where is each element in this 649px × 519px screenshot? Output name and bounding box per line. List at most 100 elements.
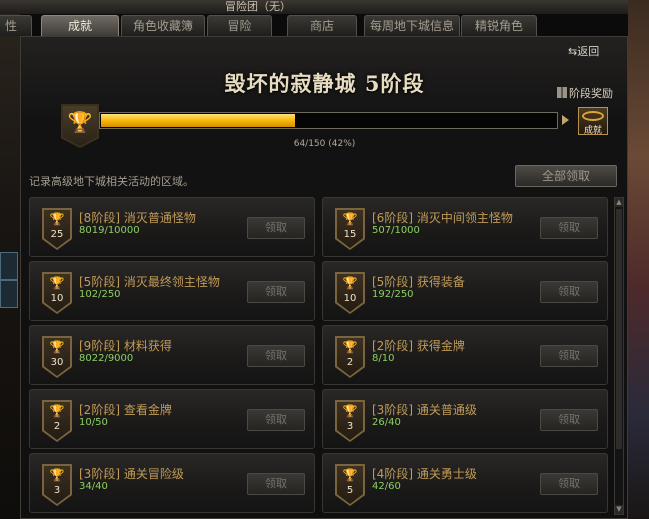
achievement-card: 🏆 10 [5阶段] 消灭最终领主怪物 102/250 领取 — [29, 261, 315, 321]
tab-adventure[interactable]: 冒险 — [207, 15, 272, 36]
scroll-thumb[interactable] — [616, 209, 622, 449]
tab-partial[interactable]: 性 — [0, 15, 32, 36]
points-value: 10 — [50, 293, 64, 304]
points-value: 2 — [53, 421, 61, 432]
points-value: 30 — [50, 357, 64, 368]
claim-button[interactable]: 领取 — [540, 409, 598, 431]
tab-shop[interactable]: 商店 — [287, 15, 357, 36]
achievement-stage: [6阶段] — [372, 211, 413, 225]
achievement-stage: [5阶段] — [372, 275, 413, 289]
achievement-progress: 26/40 — [372, 417, 401, 428]
achievement-title: [9阶段] 材料获得 — [79, 337, 172, 354]
points-badge: 🏆 25 — [42, 208, 72, 250]
claim-button[interactable]: 领取 — [247, 281, 305, 303]
achievement-progress: 8022/9000 — [79, 353, 134, 364]
achievement-card: 🏆 25 [8阶段] 消灭普通怪物 8019/10000 领取 — [29, 197, 315, 257]
achievement-card: 🏆 3 [3阶段] 通关普通级 26/40 领取 — [322, 389, 608, 449]
side-slot — [0, 280, 18, 308]
claim-button[interactable]: 领取 — [540, 345, 598, 367]
scroll-down-icon[interactable]: ▼ — [615, 505, 623, 514]
claim-button[interactable]: 领取 — [247, 345, 305, 367]
achievement-stage: [8阶段] — [79, 211, 120, 225]
achievement-stage: [4阶段] — [372, 467, 413, 481]
achievement-title: [8阶段] 消灭普通怪物 — [79, 209, 196, 226]
claim-button[interactable]: 领取 — [247, 473, 305, 495]
stage-reward-button[interactable]: 阶段奖励 — [557, 85, 613, 101]
achievement-card: 🏆 15 [6阶段] 消灭中间领主怪物 507/1000 领取 — [322, 197, 608, 257]
tab-character-collection[interactable]: 角色收藏簿 — [121, 15, 205, 36]
stage-reward-label: 阶段奖励 — [569, 87, 613, 100]
trophy-icon: 🏆 — [49, 276, 65, 290]
page-title: 毁坏的寂静城 5阶段 — [224, 71, 425, 96]
back-button[interactable]: ⇆返回 — [568, 43, 599, 59]
points-value: 15 — [343, 229, 357, 240]
reward-chest-label: 成就 — [583, 126, 602, 136]
achievement-progress: 10/50 — [79, 417, 108, 428]
trophy-icon: 🏆 — [49, 468, 65, 482]
achievement-stage: [2阶段] — [372, 339, 413, 353]
points-value: 25 — [50, 229, 64, 240]
points-badge: 🏆 15 — [335, 208, 365, 250]
achievement-stage: [3阶段] — [79, 467, 120, 481]
points-value: 2 — [346, 357, 354, 368]
achievement-name: 消灭最终领主怪物 — [123, 275, 220, 289]
achievement-stage: [3阶段] — [372, 403, 413, 417]
section-description: 记录高级地下城相关活动的区域。 — [29, 175, 194, 188]
achievement-card: 🏆 2 [2阶段] 查看金牌 10/50 领取 — [29, 389, 315, 449]
achievement-title: [2阶段] 查看金牌 — [79, 401, 172, 418]
scroll-up-icon[interactable]: ▲ — [615, 198, 623, 207]
achievement-title: [3阶段] 通关冒险级 — [79, 465, 184, 482]
trophy-icon: 🏆 — [342, 340, 358, 354]
achievement-title: [4阶段] 通关勇士级 — [372, 465, 477, 482]
trophy-icon: 🏆 — [342, 276, 358, 290]
points-value: 5 — [346, 485, 354, 496]
achievement-name: 查看金牌 — [123, 403, 172, 417]
claim-button[interactable]: 领取 — [540, 281, 598, 303]
trophy-icon: 🏆 — [342, 212, 358, 226]
tab-weekly-dungeon[interactable]: 每周地下城信息 — [364, 15, 460, 36]
achievement-stage: [5阶段] — [79, 275, 120, 289]
claim-button[interactable]: 领取 — [540, 473, 598, 495]
points-value: 3 — [53, 485, 61, 496]
progress-text: 64/150 (42%) — [293, 139, 356, 149]
achievement-name: 消灭普通怪物 — [123, 211, 196, 225]
stage-progress-bar — [99, 112, 558, 129]
points-badge: 🏆 10 — [335, 272, 365, 314]
tab-achievements[interactable]: 成就 — [41, 15, 119, 36]
achievement-title: [5阶段] 获得装备 — [372, 273, 465, 290]
trophy-icon: 🏆 — [49, 404, 65, 418]
achievement-title: [2阶段] 获得金牌 — [372, 337, 465, 354]
gift-icon — [557, 87, 567, 98]
trophy-icon: 🏆 — [67, 110, 93, 134]
points-badge: 🏆 3 — [335, 400, 365, 442]
points-value: 10 — [343, 293, 357, 304]
reward-chest-icon — [582, 111, 604, 121]
achievement-name: 材料获得 — [123, 339, 172, 353]
trophy-icon: 🏆 — [342, 468, 358, 482]
points-badge: 🏆 10 — [42, 272, 72, 314]
achievement-name: 通关冒险级 — [123, 467, 184, 481]
achievement-card: 🏆 10 [5阶段] 获得装备 192/250 领取 — [322, 261, 608, 321]
achievement-name: 获得金牌 — [416, 339, 465, 353]
claim-button[interactable]: 领取 — [540, 217, 598, 239]
achievement-progress: 8019/10000 — [79, 225, 140, 236]
list-scrollbar[interactable]: ▲ ▼ — [614, 197, 624, 515]
achievement-name: 通关普通级 — [416, 403, 477, 417]
achievement-progress: 8/10 — [372, 353, 395, 364]
achievement-name: 获得装备 — [416, 275, 465, 289]
claim-all-button[interactable]: 全部领取 — [515, 165, 617, 187]
tab-elite-characters[interactable]: 精锐角色 — [461, 15, 537, 36]
trophy-icon: 🏆 — [49, 340, 65, 354]
progress-arrow-icon — [562, 115, 569, 125]
reward-chest-button[interactable]: 成就 — [578, 107, 608, 136]
claim-button[interactable]: 领取 — [247, 409, 305, 431]
achievement-name: 消灭中间领主怪物 — [416, 211, 513, 225]
achievement-progress: 102/250 — [79, 289, 121, 300]
side-slot — [0, 252, 18, 280]
achievement-progress: 34/40 — [79, 481, 108, 492]
points-badge: 🏆 2 — [42, 400, 72, 442]
points-badge: 🏆 5 — [335, 464, 365, 506]
achievement-card: 🏆 3 [3阶段] 通关冒险级 34/40 领取 — [29, 453, 315, 513]
tab-bar: 性 成就 角色收藏簿 冒险 商店 每周地下城信息 精锐角色 — [0, 14, 628, 36]
claim-button[interactable]: 领取 — [247, 217, 305, 239]
